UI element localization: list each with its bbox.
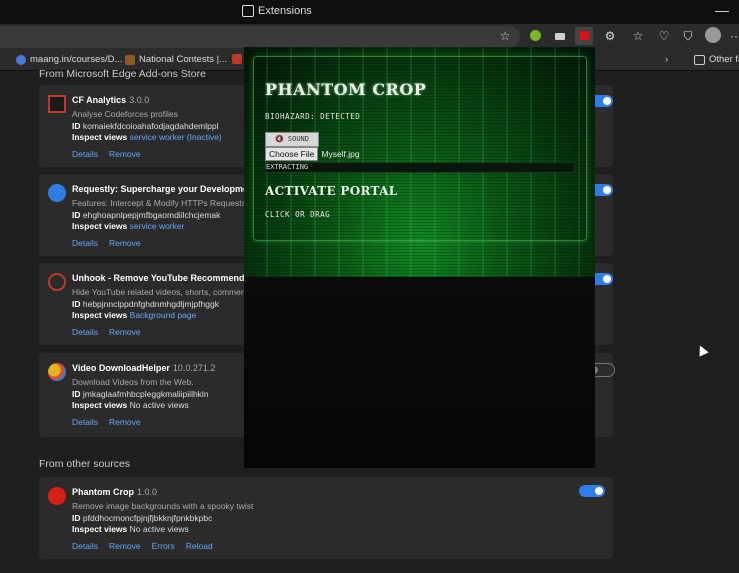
extension-actions: Details Remove Errors Reload bbox=[72, 541, 224, 551]
window-titlebar: Extensions — bbox=[0, 0, 739, 24]
heart-pulse-icon[interactable]: ♡ bbox=[656, 28, 672, 44]
phantom-crop-logo-icon bbox=[48, 487, 66, 505]
address-bar[interactable] bbox=[0, 26, 520, 48]
inspect-views: Inspect views service worker (Inactive) bbox=[72, 132, 222, 142]
camera-icon[interactable] bbox=[552, 28, 568, 44]
biohazard-status: BIOHAZARD: DETECTED bbox=[265, 112, 361, 121]
maang-icon bbox=[16, 54, 26, 65]
file-input: Choose File Myself.jpg bbox=[265, 147, 360, 161]
inspect-view-link[interactable]: service worker bbox=[130, 221, 185, 231]
remove-link[interactable]: Remove bbox=[109, 541, 141, 551]
extension-description: Analyse Codeforces profiles bbox=[72, 109, 178, 119]
remove-link[interactable]: Remove bbox=[109, 327, 141, 337]
minimize-button[interactable]: — bbox=[715, 2, 729, 18]
popup-dark-area bbox=[244, 277, 595, 468]
inspect-view-link[interactable]: service worker (Inactive) bbox=[130, 132, 222, 142]
profile-icon[interactable] bbox=[705, 27, 721, 43]
reload-link[interactable]: Reload bbox=[186, 541, 213, 551]
remove-link[interactable]: Remove bbox=[109, 238, 141, 248]
extension-description: Hide YouTube related videos, shorts, com… bbox=[72, 287, 248, 297]
other-favorites[interactable]: Other fa bbox=[694, 54, 739, 65]
extension-name: Unhook - Remove YouTube Recommended & bbox=[72, 273, 265, 283]
details-link[interactable]: Details bbox=[72, 327, 98, 337]
extension-name: Video DownloadHelper 10.0.271.2 bbox=[72, 363, 216, 373]
extension-green-icon[interactable] bbox=[527, 28, 543, 44]
extension-actions: Details Remove bbox=[72, 238, 152, 248]
window-title: Extensions bbox=[242, 5, 312, 17]
cf-analytics-logo-icon bbox=[48, 95, 66, 113]
extension-name: Phantom Crop 1.0.0 bbox=[72, 487, 158, 497]
errors-link[interactable]: Errors bbox=[152, 541, 175, 551]
extract-status-text: EXTRACTING bbox=[266, 163, 309, 171]
extension-name: CF Analytics 3.0.0 bbox=[72, 95, 150, 105]
activate-portal-heading: ACTIVATE PORTAL bbox=[265, 184, 398, 198]
extension-id: ID pfddhocmoncfpjnjfjbkknjfpnkbkpbc bbox=[72, 513, 213, 523]
popup-title: PHANTOM CROP bbox=[265, 80, 427, 99]
bookmark-label: maang.in/courses/D... bbox=[30, 54, 123, 65]
bookmark-item[interactable]: National Contests |... bbox=[125, 54, 227, 65]
drop-zone[interactable]: CLICK OR DRAG bbox=[265, 210, 330, 219]
inspect-views: Inspect views No active views bbox=[72, 400, 189, 410]
phantom-crop-popup: PHANTOM CROP BIOHAZARD: DETECTED 🔇 SOUND… bbox=[244, 47, 595, 468]
extension-description: Download Videos from the Web. bbox=[72, 377, 194, 387]
bookmark-label: National Contests |... bbox=[139, 54, 228, 65]
favorites-icon[interactable]: ☆ bbox=[630, 28, 646, 44]
choose-file-button[interactable]: Choose File bbox=[265, 147, 319, 161]
bookmark-item[interactable] bbox=[232, 54, 242, 64]
extension-actions: Details Remove bbox=[72, 327, 152, 337]
details-link[interactable]: Details bbox=[72, 149, 98, 159]
remove-link[interactable]: Remove bbox=[109, 417, 141, 427]
window-title-text: Extensions bbox=[258, 5, 312, 17]
extension-actions: Details Remove bbox=[72, 149, 152, 159]
star-icon[interactable]: ☆ bbox=[497, 28, 513, 44]
selected-file-name: Myself.jpg bbox=[321, 149, 360, 159]
inspect-view-link[interactable]: Background page bbox=[130, 310, 197, 320]
other-section-title: From other sources bbox=[39, 458, 131, 470]
extension-actions: Details Remove bbox=[72, 417, 152, 427]
details-link[interactable]: Details bbox=[72, 417, 98, 427]
unhook-logo-icon bbox=[48, 273, 66, 291]
extension-name: Requestly: Supercharge your Development … bbox=[72, 184, 266, 194]
inspect-views: Inspect views No active views bbox=[72, 524, 189, 534]
phantom-crop-icon[interactable] bbox=[575, 27, 593, 45]
inspect-views: Inspect views service worker bbox=[72, 221, 185, 231]
extract-progress-bar: EXTRACTING bbox=[265, 162, 575, 173]
extension-id: ID jmkaglaafmhbcpleggkmaliipiilhkln bbox=[72, 389, 209, 399]
codechef-icon bbox=[125, 54, 135, 65]
store-section-title: From Microsoft Edge Add-ons Store bbox=[39, 68, 206, 80]
bookmark-favicon bbox=[232, 54, 242, 64]
extension-card-phantom-crop: Phantom Crop 1.0.0 Remove image backgroun… bbox=[39, 477, 613, 559]
extension-id: ID komaiekfdcoioahafodjagdahdemlppl bbox=[72, 121, 219, 131]
bookmarks-overflow-chevron[interactable]: › bbox=[665, 54, 668, 65]
extension-toggle[interactable] bbox=[579, 485, 605, 497]
extension-description: Remove image backgrounds with a spooky t… bbox=[72, 501, 254, 511]
folder-icon bbox=[694, 54, 705, 65]
requestly-logo-icon bbox=[48, 184, 66, 202]
inspect-views: Inspect views Background page bbox=[72, 310, 197, 320]
remove-link[interactable]: Remove bbox=[109, 149, 141, 159]
sound-toggle-button[interactable]: 🔇 SOUND bbox=[265, 132, 319, 147]
more-icon[interactable]: ··· bbox=[728, 28, 739, 44]
video-downloadhelper-logo-icon bbox=[48, 363, 66, 381]
extensions-icon bbox=[242, 5, 254, 17]
other-favorites-label: Other fa bbox=[709, 54, 739, 65]
details-link[interactable]: Details bbox=[72, 238, 98, 248]
extension-description: Features: Intercept & Modify HTTPs Reque… bbox=[72, 198, 249, 208]
extension-id: ID ehghoapnlpepjmfbgaomdiilchcjemak bbox=[72, 210, 221, 220]
shield-icon[interactable]: ⛉ bbox=[680, 28, 696, 44]
extensions-icon[interactable]: ⚙ bbox=[602, 28, 618, 44]
extension-id: ID hebpjnnclppdnfghdnmhgdljmjpfhggk bbox=[72, 299, 219, 309]
details-link[interactable]: Details bbox=[72, 541, 98, 551]
bookmark-item[interactable]: maang.in/courses/D... bbox=[16, 54, 122, 65]
